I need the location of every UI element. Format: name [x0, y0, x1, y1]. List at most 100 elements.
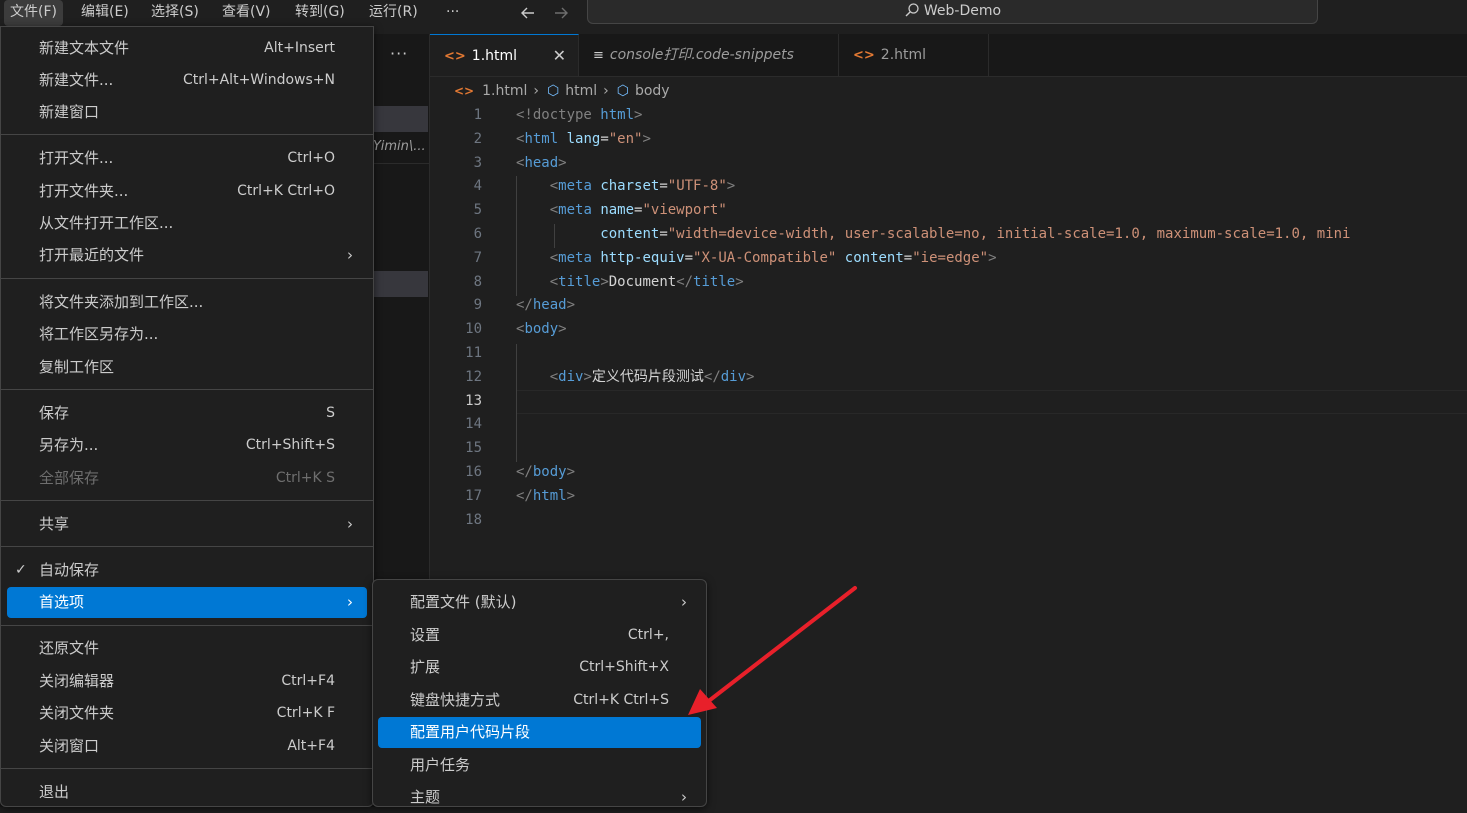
html-file-icon: <>	[853, 48, 875, 63]
breadcrumb-file[interactable]: 1.html	[482, 83, 527, 99]
indent-guide	[516, 344, 517, 462]
menu-item-revert-file[interactable]: 还原文件	[7, 633, 367, 664]
line-number: 18	[465, 511, 482, 528]
code-line: <div>定义代码片段测试</div>	[549, 368, 755, 385]
check-icon: ✓	[15, 562, 27, 578]
arrow-left-icon[interactable]	[519, 0, 537, 26]
menu-item-extensions[interactable]: 扩展 Ctrl+Shift+X	[378, 652, 701, 683]
search-icon	[904, 3, 924, 19]
menu-more[interactable]: ···	[440, 0, 465, 26]
line-number: 5	[473, 202, 482, 219]
menu-separator	[1, 134, 373, 135]
tab-bar: <> 1.html ✕ ≡ console打印.code-snippets <> 2.…	[430, 34, 1467, 77]
menu-item-open-recent[interactable]: 打开最近的文件 ›	[7, 240, 367, 271]
line-number-current: 13	[465, 392, 482, 409]
line-number: 9	[473, 297, 482, 314]
current-line-highlight	[516, 390, 1467, 414]
command-center[interactable]: Web-Demo	[587, 0, 1318, 24]
menu-edit[interactable]: 编辑(E)	[75, 0, 135, 26]
tab-label: console打印.code-snippets	[609, 47, 794, 63]
menu-view[interactable]: 查看(V)	[216, 0, 277, 26]
menu-item-save[interactable]: 保存 S	[7, 398, 367, 429]
menu-item-settings[interactable]: 设置 Ctrl+,	[378, 620, 701, 651]
menu-item-open-file[interactable]: 打开文件... Ctrl+O	[7, 143, 367, 174]
chevron-right-icon: ›	[347, 246, 353, 264]
menu-separator	[1, 546, 373, 547]
menu-separator	[1, 500, 373, 501]
line-number: 2	[473, 130, 482, 147]
preferences-submenu: 配置文件 (默认) › 设置 Ctrl+, 扩展 Ctrl+Shift+X 键盘快捷方…	[372, 579, 707, 807]
menu-item-open-workspace[interactable]: 从文件打开工作区...	[7, 208, 367, 239]
line-number: 17	[465, 487, 482, 504]
menu-item-close-folder[interactable]: 关闭文件夹 Ctrl+K F	[7, 698, 367, 729]
menu-item-keyboard-shortcuts[interactable]: 键盘快捷方式 Ctrl+K Ctrl+S	[378, 685, 701, 716]
menu-item-save-as[interactable]: 另存为... Ctrl+Shift+S	[7, 430, 367, 461]
line-number: 1	[473, 107, 482, 123]
breadcrumb-body[interactable]: body	[635, 83, 670, 99]
menu-item-open-folder[interactable]: 打开文件夹... Ctrl+K Ctrl+O	[7, 176, 367, 207]
menu-item-new-text-file[interactable]: 新建文本文件 Alt+Insert	[7, 33, 367, 64]
code-line: <meta http-equiv="X-UA-Compatible" conte…	[549, 249, 997, 266]
menu-item-theme[interactable]: 主题 ›	[378, 782, 701, 813]
menu-item-close-editor[interactable]: 关闭编辑器 Ctrl+F4	[7, 666, 367, 697]
code-line: <meta name="viewport"	[549, 202, 727, 219]
sidebar-divider	[373, 163, 429, 164]
chevron-right-icon: ›	[603, 83, 609, 99]
menu-item-save-all: 全部保存 Ctrl+K S	[39, 469, 335, 487]
sidebar-selected-row[interactable]	[373, 106, 428, 132]
line-number: 6	[473, 226, 482, 242]
line-number: 4	[473, 178, 482, 195]
snippet-file-icon: ≡	[593, 48, 604, 63]
code-line: <head>	[516, 154, 567, 171]
code-line: <!doctype html>	[516, 107, 643, 123]
close-icon[interactable]: ✕	[553, 35, 566, 77]
line-number: 10	[465, 321, 482, 338]
menu-item-new-file[interactable]: 新建文件... Ctrl+Alt+Windows+N	[7, 65, 367, 96]
title-bar: 文件(F) 编辑(E) 选择(S) 查看(V) 转到(G) 运行(R) ··· …	[0, 0, 1467, 26]
menu-file[interactable]: 文件(F)	[4, 0, 63, 26]
code-line: <body>	[516, 321, 567, 338]
menu-go[interactable]: 转到(G)	[289, 0, 351, 26]
line-number: 14	[465, 416, 482, 433]
menu-item-new-window[interactable]: 新建窗口	[7, 97, 367, 128]
menu-item-close-window[interactable]: 关闭窗口 Alt+F4	[7, 731, 367, 762]
chevron-right-icon: ›	[533, 83, 539, 99]
breadcrumb: <> 1.html › ⬡ html › ⬡ body	[454, 80, 670, 102]
line-number: 3	[473, 154, 482, 171]
code-line: </html>	[516, 487, 576, 504]
menu-item-preferences[interactable]: 首选项 ›	[7, 587, 367, 618]
menu-item-save-workspace-as[interactable]: 将工作区另存为...	[7, 319, 367, 350]
code-line: <html lang="en">	[516, 130, 651, 147]
chevron-right-icon: ›	[347, 593, 353, 611]
menu-item-profiles[interactable]: 配置文件 (默认) ›	[378, 587, 701, 618]
element-cube-icon: ⬡	[616, 83, 629, 99]
tab-2-html[interactable]: <> 2.html	[839, 34, 989, 76]
menu-run[interactable]: 运行(R)	[363, 0, 424, 26]
line-number: 16	[465, 464, 482, 480]
menu-separator	[1, 389, 373, 390]
arrow-right-icon[interactable]	[552, 0, 570, 26]
code-line: <meta charset="UTF-8">	[549, 178, 736, 195]
tab-1-html[interactable]: <> 1.html ✕	[430, 34, 579, 76]
menu-selection[interactable]: 选择(S)	[145, 0, 205, 26]
menu-item-share[interactable]: 共享 ›	[7, 509, 367, 540]
menu-item-configure-user-snippets[interactable]: 配置用户代码片段	[378, 717, 701, 748]
line-number: 7	[473, 249, 482, 266]
chevron-right-icon: ›	[347, 515, 353, 533]
menu-item-duplicate-workspace[interactable]: 复制工作区	[7, 352, 367, 383]
menu-item-exit[interactable]: 退出	[7, 777, 367, 808]
tab-console-snippets[interactable]: ≡ console打印.code-snippets	[579, 34, 839, 76]
menu-item-user-tasks[interactable]: 用户任务	[378, 750, 701, 781]
tab-label: 2.html	[880, 47, 927, 63]
menu-item-auto-save[interactable]: ✓ 自动保存	[7, 555, 367, 586]
chevron-right-icon: ›	[681, 593, 687, 611]
sidebar-more-button[interactable]: ···	[390, 44, 408, 63]
code-line: </head>	[516, 297, 576, 314]
menu-separator	[1, 278, 373, 279]
sidebar-hover-row[interactable]	[373, 271, 428, 297]
html-file-icon: <>	[454, 84, 475, 98]
menu-item-add-folder-to-workspace[interactable]: 将文件夹添加到工作区...	[7, 287, 367, 318]
breadcrumb-html[interactable]: html	[565, 83, 597, 99]
line-number: 11	[465, 345, 482, 361]
html-file-icon: <>	[444, 49, 466, 64]
